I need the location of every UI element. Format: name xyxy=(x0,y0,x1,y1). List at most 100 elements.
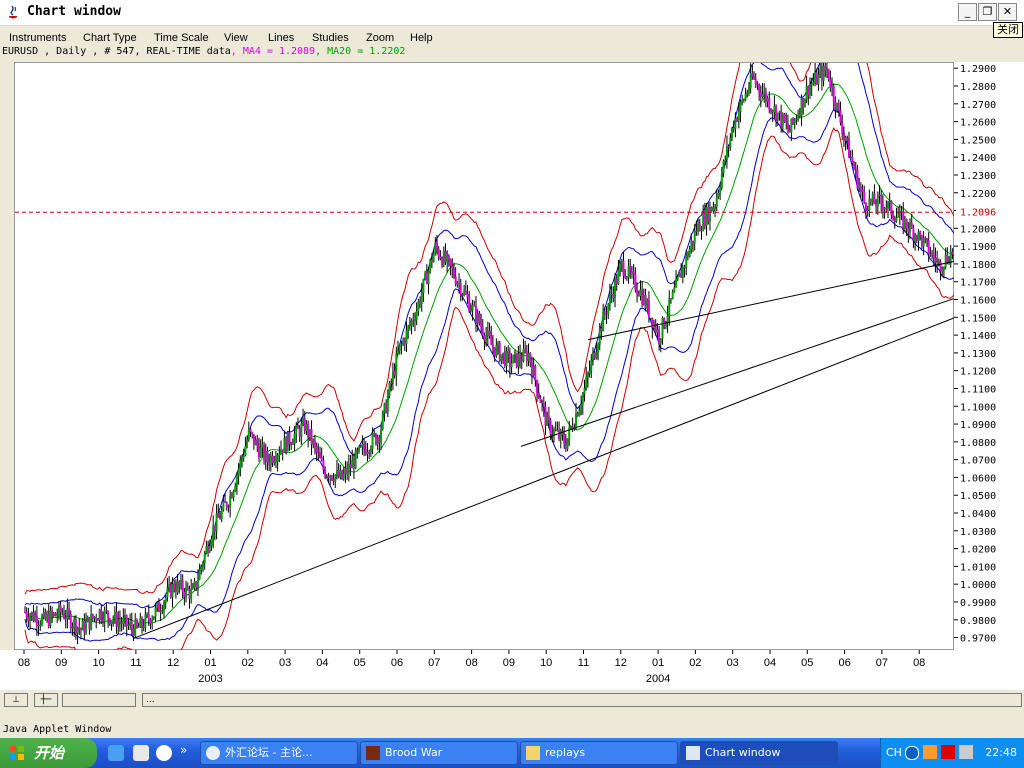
candle-body xyxy=(107,611,110,619)
candle-body xyxy=(832,85,835,102)
candle-body xyxy=(861,189,864,192)
candle-body xyxy=(590,360,593,371)
candle-body xyxy=(322,460,325,471)
candle-body xyxy=(668,298,671,316)
candle-body xyxy=(140,618,143,627)
candle-body xyxy=(551,434,554,436)
price-tick-label: 0.9700 xyxy=(960,634,996,645)
menu-time-scale[interactable]: Time Scale xyxy=(154,32,209,44)
candle-body xyxy=(783,114,786,122)
candle-body xyxy=(59,605,62,613)
candle-body xyxy=(56,615,59,617)
month-label: 12 xyxy=(167,657,179,669)
task-forum[interactable]: 外汇论坛 - 主论... xyxy=(200,741,358,765)
candle-body xyxy=(95,616,98,620)
candle-body xyxy=(712,207,715,211)
candle-body xyxy=(841,122,844,135)
candle-body xyxy=(324,470,327,477)
candle-body xyxy=(566,438,569,450)
candle-body xyxy=(39,624,42,626)
candle-body xyxy=(795,119,798,121)
volume-tray-icon[interactable] xyxy=(959,745,973,759)
task-label: Brood War xyxy=(385,746,443,759)
menu-chart-type[interactable]: Chart Type xyxy=(83,32,137,44)
candle-body xyxy=(747,88,750,93)
candle-body xyxy=(278,453,281,456)
candle-body xyxy=(608,294,611,305)
candle-body xyxy=(922,237,925,247)
candle-body xyxy=(803,99,806,107)
candle-body xyxy=(71,626,74,629)
price-tick-label: 1.1800 xyxy=(960,260,996,271)
price-tick-label: 1.0800 xyxy=(960,438,996,449)
candle-body xyxy=(439,256,442,259)
menu-lines[interactable]: Lines xyxy=(268,32,294,44)
candle-body xyxy=(461,294,464,296)
task-replays[interactable]: replays xyxy=(520,741,678,765)
candle-body xyxy=(319,452,322,459)
maxthon-quicklaunch-icon[interactable] xyxy=(156,745,172,761)
menu-zoom[interactable]: Zoom xyxy=(366,32,394,44)
price-tick-label: 1.2900 xyxy=(960,64,996,75)
tool-field-empty[interactable] xyxy=(62,693,136,707)
quicklaunch-overflow-icon[interactable]: » xyxy=(180,738,187,762)
close-button[interactable]: ✕ xyxy=(998,3,1017,21)
menu-help[interactable]: Help xyxy=(410,32,433,44)
line-tool-button[interactable]: ⊥ xyxy=(4,693,28,707)
menu-instruments[interactable]: Instruments xyxy=(9,32,66,44)
candle-body xyxy=(491,344,494,348)
candle-body xyxy=(246,439,249,446)
candle-body xyxy=(588,370,591,374)
browser-icon xyxy=(206,746,220,760)
crosshair-tool-button[interactable]: ┼─ xyxy=(34,693,58,707)
candle-body xyxy=(666,315,669,323)
price-tick-label: 1.0000 xyxy=(960,580,996,591)
price-tick-label: 1.1300 xyxy=(960,349,996,360)
candle-body xyxy=(40,616,43,625)
task-brood-war[interactable]: Brood War xyxy=(360,741,518,765)
candle-body xyxy=(224,501,227,503)
candle-body xyxy=(405,329,408,345)
tool-status-field[interactable]: ... xyxy=(142,693,1022,707)
candle-body xyxy=(235,475,238,487)
record-tray-icon[interactable] xyxy=(941,745,955,759)
price-tick-label: 1.1200 xyxy=(960,367,996,378)
candle-body xyxy=(942,266,945,270)
start-label: 开始 xyxy=(34,744,65,762)
price-tick-label: 1.2400 xyxy=(960,153,996,164)
task-chart-window[interactable]: Chart window xyxy=(680,741,838,765)
candle-body xyxy=(510,363,513,368)
candle-body xyxy=(751,73,754,77)
language-indicator[interactable]: CH xyxy=(886,738,902,768)
candle-body xyxy=(420,292,423,304)
candle-body xyxy=(251,432,254,435)
candle-body xyxy=(786,123,789,130)
java-tray-icon[interactable] xyxy=(923,745,937,759)
maximize-button[interactable]: ❐ xyxy=(978,3,997,21)
candle-body xyxy=(397,350,399,354)
candle-body xyxy=(481,326,484,336)
month-label: 11 xyxy=(130,657,141,669)
tray-expand-icon[interactable] xyxy=(905,746,919,760)
menu-studies[interactable]: Studies xyxy=(312,32,349,44)
menu-view[interactable]: View xyxy=(224,32,248,44)
candle-body xyxy=(776,112,779,121)
candle-body xyxy=(449,259,452,266)
candle-body xyxy=(432,253,435,263)
ie-quicklaunch-icon[interactable] xyxy=(108,745,124,761)
candle-body xyxy=(190,588,193,599)
desktop-quicklaunch-icon[interactable] xyxy=(133,745,149,761)
minimize-button[interactable]: _ xyxy=(958,3,977,21)
candle-body xyxy=(595,352,598,359)
price-axis: 1.2900 1.2800 1.2700 1.2600 1.2500 1.2400 1.23… xyxy=(954,62,1024,650)
month-label: 10 xyxy=(92,657,104,669)
start-button[interactable]: 开始 xyxy=(0,738,97,768)
candle-body xyxy=(118,620,121,623)
candle-body xyxy=(925,238,928,241)
chart-plot-area[interactable] xyxy=(14,16,1024,660)
candle-body xyxy=(722,160,725,174)
candle-body xyxy=(895,217,898,222)
candle-body xyxy=(905,219,908,229)
windows-logo-icon xyxy=(10,746,24,760)
candle-body xyxy=(629,265,632,273)
